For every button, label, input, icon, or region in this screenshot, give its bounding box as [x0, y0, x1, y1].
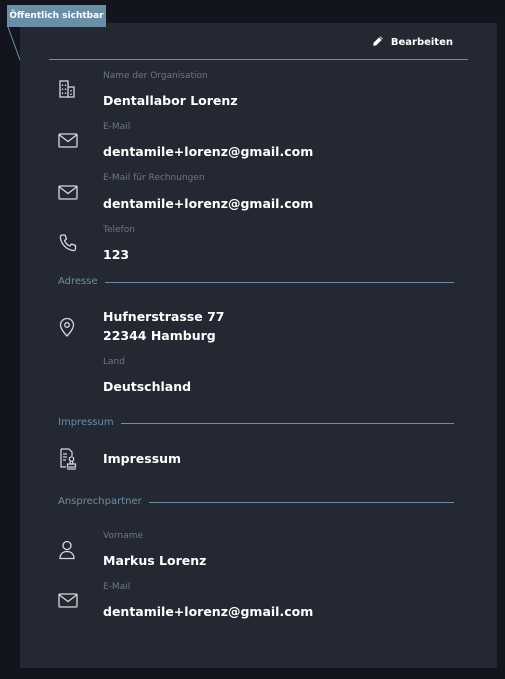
country-label: Land — [103, 357, 125, 367]
phone-label: Telefon — [103, 225, 135, 235]
organization-profile-card: Bearbeiten Name der Organisation Dentall… — [20, 23, 497, 668]
imprint-section-title: Impressum — [58, 417, 114, 428]
phone-icon — [58, 233, 78, 253]
billing-email-value[interactable]: dentamile+lorenz@gmail.com — [103, 196, 313, 211]
mail-icon — [58, 133, 78, 148]
address-section-title: Adresse — [58, 276, 98, 287]
address-street: Hufnerstrasse 77 — [103, 309, 225, 324]
pencil-icon — [372, 35, 384, 50]
firstname-value: Markus Lorenz — [103, 553, 207, 568]
document-stamp-icon — [58, 448, 78, 470]
edit-button[interactable]: Bearbeiten — [372, 35, 453, 50]
public-visibility-badge: Öffentlich sichtbar — [7, 5, 106, 27]
email-value[interactable]: dentamile+lorenz@gmail.com — [103, 144, 313, 159]
imprint-section-divider — [121, 423, 454, 424]
email-label: E-Mail — [103, 122, 131, 132]
contact-section-title: Ansprechpartner — [58, 496, 142, 507]
mail-icon — [58, 593, 78, 608]
edit-button-label: Bearbeiten — [390, 37, 453, 48]
firstname-label: Vorname — [103, 531, 144, 541]
organization-name-value: Dentallabor Lorenz — [103, 93, 238, 108]
contact-email-label: E-Mail — [103, 582, 131, 592]
header-divider — [49, 59, 468, 60]
organization-name-label: Name der Organisation — [103, 71, 208, 81]
country-value: Deutschland — [103, 379, 192, 394]
phone-value: 123 — [103, 247, 130, 262]
address-section-divider — [105, 282, 454, 283]
address-city: 22344 Hamburg — [103, 328, 216, 343]
user-icon — [58, 540, 76, 560]
imprint-link[interactable]: Impressum — [103, 451, 181, 466]
map-pin-icon — [58, 317, 76, 337]
contact-section-divider — [149, 502, 454, 503]
mail-icon — [58, 185, 78, 200]
billing-email-label: E-Mail für Rechnungen — [103, 173, 205, 183]
contact-email-value[interactable]: dentamile+lorenz@gmail.com — [103, 604, 313, 619]
address-value: Hufnerstrasse 77 22344 Hamburg — [103, 307, 224, 345]
building-icon — [58, 79, 76, 99]
